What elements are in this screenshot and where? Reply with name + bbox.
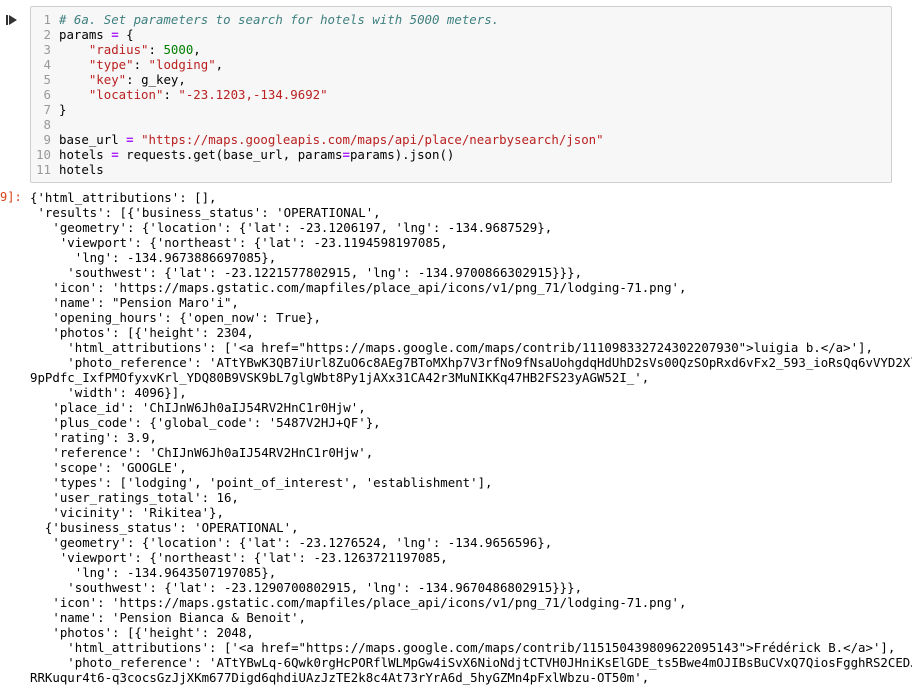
code-line: 2 params = {	[43, 27, 134, 42]
output-line: 'geometry': {'location': {'lat': -23.127…	[30, 535, 553, 550]
output-line: 'icon': 'https://maps.gstatic.com/mapfil…	[30, 595, 687, 610]
output-prompt: 9]:	[0, 190, 22, 204]
code-line: 7}	[43, 102, 67, 117]
code-line: 8	[43, 117, 51, 132]
code-line: 9 base_url = "https://maps.googleapis.com…	[43, 132, 604, 147]
output-line: {'html_attributions': [],	[30, 190, 217, 205]
output-line: 'photos': [{'height': 2048,	[30, 625, 254, 640]
output-line: 'place_id': 'ChIJnW6Jh0aIJ54RV2HnC1r0Hjw…	[30, 400, 366, 415]
output-line: 9pPdfc_IxfPMOfyxvKrl_YDQ80B9VSK9bL7glgWb…	[30, 370, 650, 385]
code-line: 5 "key": g_key,	[43, 72, 186, 87]
code-line: 6 "location": "-23.1203,-134.9692"	[43, 87, 328, 102]
output-line: 'plus_code': {'global_code': '5487V2HJ+Q…	[30, 415, 381, 430]
output-line: 'html_attributions': ['<a href="https://…	[30, 340, 873, 355]
output-line: 'geometry': {'location': {'lat': -23.120…	[30, 220, 553, 235]
output-line: 'width': 4096}],	[30, 385, 187, 400]
cell-output-area: {'html_attributions': [], 'results': [{'…	[30, 190, 912, 685]
output-line: 'southwest': {'lat': -23.1290700802915, …	[30, 580, 583, 595]
output-line: 'lng': -134.9643507197085},	[30, 565, 277, 580]
output-line: 'viewport': {'northeast': {'lat': -23.11…	[30, 235, 448, 250]
output-line: 'scope': 'GOOGLE',	[30, 460, 187, 475]
output-line: 'results': [{'business_status': 'OPERATI…	[30, 205, 381, 220]
output-line: 'photo_reference': 'ATtYBwLq-6Qwk0rgHcPO…	[30, 655, 912, 670]
output-line: 'name': 'Pension Bianca & Benoit',	[30, 610, 307, 625]
output-line: 'reference': 'ChIJnW6Jh0aIJ54RV2HnC1r0Hj…	[30, 445, 374, 460]
output-line: 'rating': 3.9,	[30, 430, 157, 445]
output-line: 'html_attributions': ['<a href="https://…	[30, 640, 896, 655]
output-line: 'opening_hours': {'open_now': True},	[30, 310, 321, 325]
run-cell-icon[interactable]	[6, 14, 20, 28]
code-line: 4 "type": "lodging",	[43, 57, 224, 72]
code-line: 1 # 6a. Set parameters to search for hote…	[43, 12, 500, 27]
output-line: {'business_status': 'OPERATIONAL',	[30, 520, 299, 535]
output-line: 'photos': [{'height': 2304,	[30, 325, 254, 340]
code-input-area[interactable]: 1 # 6a. Set parameters to search for hote…	[30, 6, 892, 183]
code-line: 11 hotels	[36, 162, 104, 177]
output-line: 'southwest': {'lat': -23.1221577802915, …	[30, 265, 583, 280]
output-line: 'user_ratings_total': 16,	[30, 490, 239, 505]
output-line: 'icon': 'https://maps.gstatic.com/mapfil…	[30, 280, 687, 295]
output-line: 'name': "Pension Maro'i",	[30, 295, 239, 310]
output-line: RRKuqur4t6-q3cocsGzJjXKm677Digd6qhdiUAzJ…	[30, 670, 650, 685]
output-line: 'lng': -134.9673886697085},	[30, 250, 277, 265]
output-line: 'vicinity': 'Rikitea'},	[30, 505, 224, 520]
code-line: 10 hotels = requests.get(base_url, params…	[36, 147, 455, 162]
code-line: 3 "radius": 5000,	[43, 42, 201, 57]
output-line: 'photo_reference': 'ATtYBwK3QB7iUrl8ZuO6…	[30, 355, 912, 370]
output-line: 'viewport': {'northeast': {'lat': -23.12…	[30, 550, 448, 565]
output-line: 'types': ['lodging', 'point_of_interest'…	[30, 475, 493, 490]
